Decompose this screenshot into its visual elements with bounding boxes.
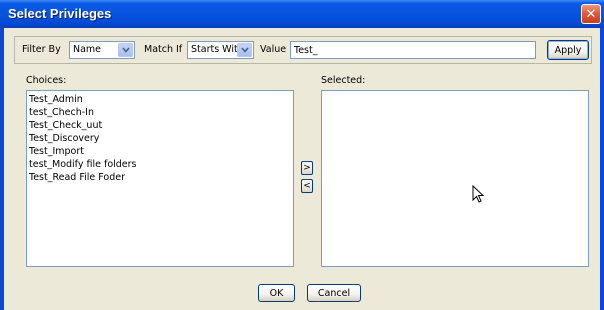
dialog-body: Filter By Name Match If Starts With Valu… <box>4 28 600 310</box>
ok-button[interactable]: OK <box>258 284 295 302</box>
list-item[interactable]: Test_Check_uut <box>29 120 102 131</box>
list-item[interactable]: Test_Import <box>29 146 84 157</box>
close-icon: ✕ <box>585 6 597 22</box>
remove-arrow-icon: < <box>303 181 311 191</box>
list-item[interactable]: test_Chech-In <box>29 107 94 118</box>
choices-list[interactable]: Test_Admin test_Chech-In Test_Check_uut … <box>26 90 294 267</box>
filter-bar: Filter By Name Match If Starts With Valu… <box>14 36 592 64</box>
match-if-select[interactable]: Starts With <box>187 41 254 59</box>
apply-button-label: Apply <box>554 44 582 56</box>
cancel-button-label: Cancel <box>317 287 351 299</box>
selected-list[interactable] <box>321 90 589 267</box>
chevron-down-icon <box>237 43 252 57</box>
title-bar[interactable]: Select Privileges ✕ <box>0 0 604 28</box>
value-field[interactable] <box>290 41 536 59</box>
cancel-button[interactable]: Cancel <box>307 284 361 302</box>
apply-button[interactable]: Apply <box>547 40 589 60</box>
list-item[interactable]: Test_Read File Foder <box>29 172 125 183</box>
list-item[interactable]: test_Modify file folders <box>29 159 137 170</box>
filter-by-value: Name <box>73 44 102 55</box>
choices-label: Choices: <box>26 75 67 86</box>
close-button[interactable]: ✕ <box>581 4 601 24</box>
add-selected-button[interactable]: > <box>301 161 313 175</box>
match-if-label: Match If <box>144 44 183 55</box>
mouse-pointer-icon <box>472 185 484 203</box>
add-arrow-icon: > <box>303 163 311 173</box>
chevron-down-icon <box>118 43 133 57</box>
ok-button-label: OK <box>269 287 284 299</box>
list-item[interactable]: Test_Admin <box>29 94 83 105</box>
match-if-value: Starts With <box>191 44 244 55</box>
value-input[interactable] <box>291 42 535 58</box>
filter-by-label: Filter By <box>22 44 61 55</box>
list-item[interactable]: Test_Discovery <box>29 133 99 144</box>
selected-label: Selected: <box>321 75 366 86</box>
filter-by-select[interactable]: Name <box>69 41 135 59</box>
value-label: Value <box>260 44 287 55</box>
remove-selected-button[interactable]: < <box>301 179 313 193</box>
select-privileges-dialog: Select Privileges ✕ Filter By Name Match… <box>0 0 604 310</box>
dialog-title: Select Privileges <box>8 6 112 21</box>
